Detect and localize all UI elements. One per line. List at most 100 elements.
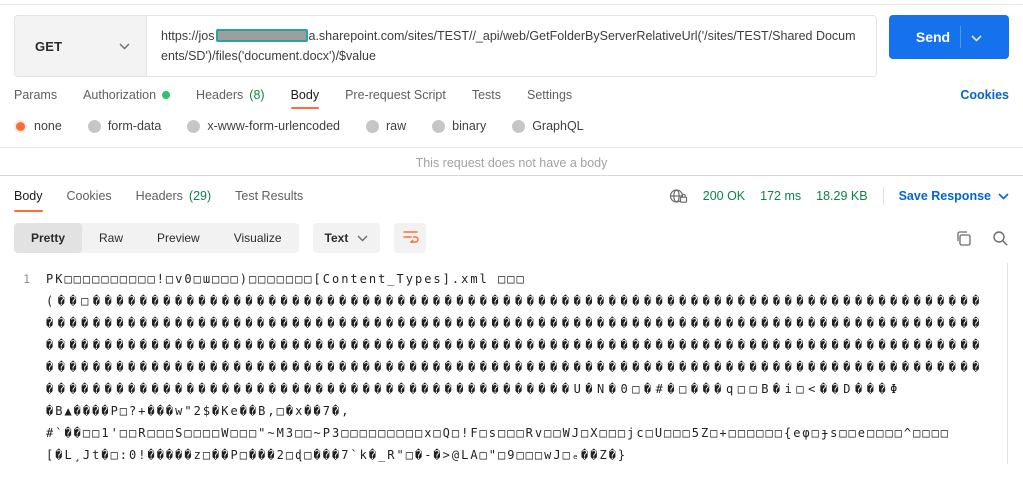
code-text: [�L¸Jt�□:0!�����z□��P□���2□ɖ□���7`k�_R"□… xyxy=(46,444,627,464)
tab-label: Headers xyxy=(196,88,243,102)
code-text: #`��□□1'□□R□□□S□□□□W□□□"~M3□□~P3□□□□□□□□… xyxy=(46,422,950,444)
code-text: ����������������������������������������… xyxy=(46,378,902,400)
line-number xyxy=(0,312,30,334)
response-tools xyxy=(955,230,1009,247)
response-tab-cookies[interactable]: Cookies xyxy=(67,176,112,216)
view-segmented-control: Pretty Raw Preview Visualize xyxy=(14,223,299,253)
response-headers-count: (29) xyxy=(189,189,211,203)
tab-params[interactable]: Params xyxy=(14,77,57,113)
tab-label: Authorization xyxy=(83,88,156,102)
response-body-editor[interactable]: 1 PK□□□□□□□□□□!□v0□ɯ□□□)□□□□□□□[Content_T… xyxy=(0,263,1023,464)
mode-label: x-www-form-urlencoded xyxy=(207,119,340,133)
code-text: �B▲����P□?+���w"2$�Ke��B,□�x��7�, xyxy=(46,400,350,422)
search-icon[interactable] xyxy=(992,230,1009,247)
code-text: ����������������������������������������… xyxy=(46,356,984,378)
tab-label: Pre-request Script xyxy=(345,88,446,102)
mode-label: raw xyxy=(386,119,406,133)
empty-body-message-wrap: This request does not have a body xyxy=(0,148,1023,175)
view-tab-pretty[interactable]: Pretty xyxy=(14,223,82,253)
code-line: ����������������������������������������… xyxy=(0,378,1023,400)
line-number xyxy=(0,356,30,378)
body-mode-binary[interactable]: binary xyxy=(432,119,486,133)
radio-icon xyxy=(187,120,200,133)
tab-label: Test Results xyxy=(235,189,303,203)
code-line: �B▲����P□?+���w"2$�Ke��B,□�x��7�, xyxy=(0,400,1023,422)
mode-label: GraphQL xyxy=(532,119,583,133)
url-input[interactable]: https://josa.sharepoint.com/sites/TEST//… xyxy=(147,16,876,76)
tab-label: Settings xyxy=(527,88,572,102)
tab-tests[interactable]: Tests xyxy=(472,77,501,113)
body-mode-form-data[interactable]: form-data xyxy=(88,119,162,133)
wrap-lines-button[interactable] xyxy=(394,223,426,253)
tab-label: Headers xyxy=(136,189,183,203)
send-button[interactable]: Send xyxy=(889,15,1009,59)
code-text: PK□□□□□□□□□□!□v0□ɯ□□□)□□□□□□□[Content_Ty… xyxy=(46,268,526,290)
send-options-chevron-icon[interactable] xyxy=(971,30,982,45)
tab-pre-request-script[interactable]: Pre-request Script xyxy=(345,77,446,113)
empty-body-message: This request does not have a body xyxy=(416,156,608,170)
line-number xyxy=(0,444,30,464)
code-line: 1 PK□□□□□□□□□□!□v0□ɯ□□□)□□□□□□□[Content_T… xyxy=(0,268,1023,290)
mode-label: binary xyxy=(452,119,486,133)
tab-label: Cookies xyxy=(67,189,112,203)
chevron-down-icon xyxy=(357,231,368,245)
response-size[interactable]: 18.29 KB xyxy=(816,189,867,203)
tab-authorization[interactable]: Authorization xyxy=(83,77,170,113)
code-text: ����������������������������������������… xyxy=(46,312,984,334)
code-line: #`��□□1'□□R□□□S□□□□W□□□"~M3□□~P3□□□□□□□□… xyxy=(0,422,1023,444)
code-line: ����������������������������������������… xyxy=(0,312,1023,334)
code-line: [�L¸Jt�□:0!�����z□��P□���2□ɖ□���7`k�_R"□… xyxy=(0,444,1023,464)
request-tabs: Params Authorization Headers(8) Body Pre… xyxy=(0,77,1023,113)
line-number xyxy=(0,290,30,312)
body-mode-graphql[interactable]: GraphQL xyxy=(512,119,583,133)
copy-icon[interactable] xyxy=(955,230,972,247)
request-url-bar: GET https://josa.sharepoint.com/sites/TE… xyxy=(0,5,1023,77)
view-tab-visualize[interactable]: Visualize xyxy=(217,223,299,253)
body-mode-raw[interactable]: raw xyxy=(366,119,406,133)
status-badge[interactable]: 200 OK xyxy=(703,189,745,203)
mode-label: none xyxy=(34,119,62,133)
response-view-toolbar: Pretty Raw Preview Visualize Text xyxy=(0,216,1023,263)
response-tab-headers[interactable]: Headers (29) xyxy=(136,176,211,216)
auth-status-dot xyxy=(162,91,170,99)
code-text: ����������������������������������������… xyxy=(46,334,984,356)
line-number xyxy=(0,422,30,444)
line-number xyxy=(0,400,30,422)
code-line: ����������������������������������������… xyxy=(0,334,1023,356)
response-tab-test-results[interactable]: Test Results xyxy=(235,176,303,216)
body-mode-x-www-form-urlencoded[interactable]: x-www-form-urlencoded xyxy=(187,119,340,133)
method-url-group: GET https://josa.sharepoint.com/sites/TE… xyxy=(14,15,877,77)
network-globe-lock-icon[interactable] xyxy=(669,188,688,204)
format-select[interactable]: Text xyxy=(313,223,381,253)
tab-body[interactable]: Body xyxy=(291,77,320,113)
method-selector[interactable]: GET xyxy=(15,16,147,76)
code-line: (��□������������������������������������… xyxy=(0,290,1023,312)
editor-scrollbar[interactable] xyxy=(1007,263,1008,464)
radio-icon xyxy=(366,120,379,133)
method-label: GET xyxy=(35,39,62,54)
view-tab-raw[interactable]: Raw xyxy=(82,223,140,253)
response-time[interactable]: 172 ms xyxy=(760,189,801,203)
tab-label: Tests xyxy=(472,88,501,102)
view-tab-preview[interactable]: Preview xyxy=(140,223,217,253)
tab-label: Params xyxy=(14,88,57,102)
radio-icon xyxy=(512,120,525,133)
meta-divider xyxy=(883,187,884,205)
line-number xyxy=(0,334,30,356)
code-text: (��□������������������������������������… xyxy=(46,290,984,312)
tab-settings[interactable]: Settings xyxy=(527,77,572,113)
cookies-link[interactable]: Cookies xyxy=(960,88,1009,102)
save-response-button[interactable]: Save Response xyxy=(899,189,1009,203)
radio-selected-icon xyxy=(14,120,27,133)
body-mode-none[interactable]: none xyxy=(14,119,62,133)
radio-icon xyxy=(88,120,101,133)
line-number: 1 xyxy=(0,268,30,290)
response-tab-body[interactable]: Body xyxy=(14,176,43,216)
chevron-down-icon xyxy=(998,189,1009,203)
format-select-value: Text xyxy=(325,231,349,245)
redaction-overlay xyxy=(216,29,308,42)
response-meta: 200 OK 172 ms 18.29 KB Save Response xyxy=(669,187,1009,205)
code-line: ����������������������������������������… xyxy=(0,356,1023,378)
tab-headers[interactable]: Headers(8) xyxy=(196,77,265,113)
line-number xyxy=(0,378,30,400)
